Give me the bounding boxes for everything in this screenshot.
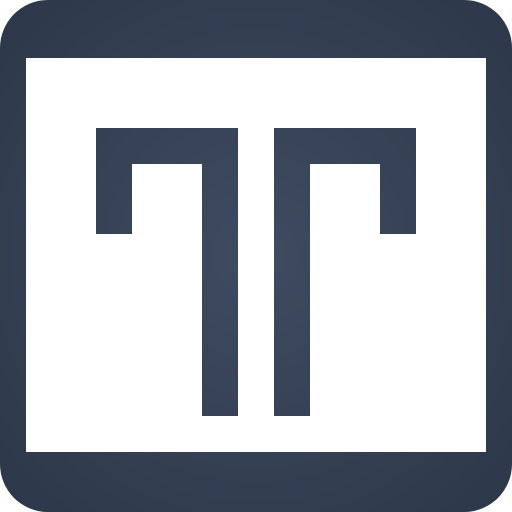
icon-stage	[0, 0, 512, 512]
meander-glyph	[26, 58, 486, 452]
app-logo-icon	[0, 0, 512, 512]
